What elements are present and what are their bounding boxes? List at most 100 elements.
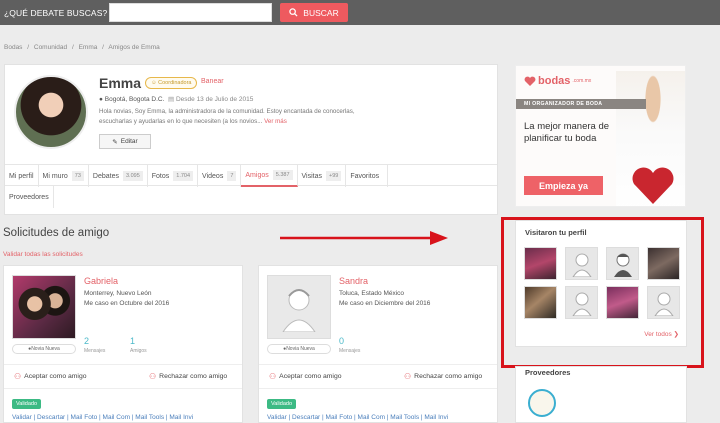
search-button[interactable]: BUSCAR bbox=[280, 3, 348, 22]
tab-videos[interactable]: Videos 7 bbox=[198, 165, 242, 187]
requester-photo bbox=[12, 275, 76, 339]
friends-count: 1 bbox=[130, 336, 136, 346]
tab-count: +99 bbox=[326, 171, 342, 181]
accept-friend-button[interactable]: ⚇ Aceptar como amigo bbox=[14, 372, 87, 381]
messages-count: 2 bbox=[84, 336, 90, 346]
tab-debates[interactable]: Debates 3.095 bbox=[89, 165, 148, 187]
search-question: ¿QUÉ DEBATE BUSCAS? bbox=[4, 8, 108, 18]
highlight-box bbox=[501, 217, 704, 368]
tab-count: 7 bbox=[227, 171, 237, 181]
role-badge-label: Novia Nueva bbox=[31, 346, 60, 352]
friend-request-card: Gabriela Monterrey, Nuevo León Me caso e… bbox=[3, 265, 243, 423]
reject-label: Rechazar como amigo bbox=[159, 373, 228, 380]
tab-favoritos[interactable]: Favoritos bbox=[346, 165, 389, 187]
tab-label: Proveedores bbox=[9, 193, 49, 201]
tab-label: Fotos bbox=[151, 172, 170, 180]
calendar-icon: ▤ bbox=[168, 96, 175, 103]
breadcrumb-separator: / bbox=[102, 44, 104, 51]
tab-fotos[interactable]: Fotos 1.704 bbox=[148, 165, 199, 187]
role-badge: ● Novia Nueva bbox=[267, 344, 331, 354]
default-bride-avatar-icon bbox=[282, 289, 316, 332]
heart-decoration-icon bbox=[632, 167, 674, 204]
vendor-category-icon[interactable] bbox=[528, 389, 556, 417]
role-badge-label: Novia Nueva bbox=[286, 346, 315, 352]
breadcrumb-separator: / bbox=[71, 44, 74, 51]
vendors-widget: Proveedores bbox=[515, 366, 687, 423]
coordinator-badge-label: Coordinadora bbox=[158, 80, 192, 86]
tab-proveedores[interactable]: Proveedores bbox=[5, 186, 54, 208]
tab-amigos[interactable]: Amigos 5.387 bbox=[241, 165, 298, 187]
remove-user-icon: ⚇ bbox=[404, 372, 412, 381]
profile-bio-text: Hola novias, Soy Emma, la administradora… bbox=[99, 108, 355, 125]
profile-name: Emma bbox=[99, 75, 142, 91]
accept-friend-button[interactable]: ⚇ Aceptar como amigo bbox=[269, 372, 342, 381]
breadcrumb-emma[interactable]: Emma bbox=[79, 44, 98, 51]
ad-strip: MI ORGANIZADOR DE BODA bbox=[516, 99, 646, 109]
bodas-logo: bodas .com.mx bbox=[524, 75, 591, 87]
messages-stat: 2 Mensajes bbox=[84, 336, 105, 354]
requester-name[interactable]: Sandra bbox=[339, 276, 368, 286]
tab-count: 3.095 bbox=[123, 171, 143, 181]
breadcrumb-bodas[interactable]: Bodas bbox=[4, 44, 22, 51]
tab-count: 1.704 bbox=[173, 171, 194, 181]
breadcrumb-comunidad[interactable]: Comunidad bbox=[34, 44, 67, 51]
search-input[interactable] bbox=[109, 3, 272, 22]
profile-bio: Hola novias, Soy Emma, la administradora… bbox=[99, 107, 361, 127]
validated-badge: Validado bbox=[267, 399, 296, 409]
reject-friend-button[interactable]: ⚇ Rechazar como amigo bbox=[404, 372, 482, 381]
breadcrumb: Bodas / Comunidad / Emma / Amigos de Emm… bbox=[4, 44, 163, 51]
friends-label: Amigos bbox=[130, 348, 147, 354]
messages-stat: 0 Mensajes bbox=[339, 336, 360, 354]
heart-logo-icon bbox=[524, 76, 536, 86]
requester-location: Monterrey, Nuevo León bbox=[84, 290, 152, 297]
bio-more-link[interactable]: Ver más bbox=[264, 118, 287, 125]
top-search-bar: ¿QUÉ DEBATE BUSCAS? BUSCAR bbox=[0, 0, 720, 25]
friends-stat: 1 Amigos bbox=[130, 336, 147, 354]
tab-label: Mi muro bbox=[42, 172, 68, 180]
breadcrumb-separator: / bbox=[27, 44, 30, 51]
tab-mi-muro[interactable]: Mi muro 73 bbox=[39, 165, 89, 187]
ad-slogan: La mejor manera de planificar tu boda bbox=[524, 121, 610, 144]
tab-label: Mi perfil bbox=[9, 172, 34, 180]
moderation-links[interactable]: Validar | Descartar | Mail Foto | Mail C… bbox=[267, 414, 448, 421]
accept-label: Aceptar como amigo bbox=[24, 373, 87, 380]
edit-profile-button[interactable]: ✎ Editar bbox=[99, 134, 151, 149]
validate-all-link[interactable]: Validar todas las solicitudes bbox=[3, 251, 83, 258]
messages-label: Mensajes bbox=[84, 348, 106, 354]
ban-link[interactable]: Banear bbox=[201, 78, 224, 85]
pencil-icon: ✎ bbox=[112, 138, 118, 146]
tab-count: 73 bbox=[71, 171, 84, 181]
requester-wedding-date: Me caso en Octubre del 2016 bbox=[84, 300, 170, 307]
friend-requests-title: Solicitudes de amigo bbox=[3, 227, 110, 239]
search-icon bbox=[289, 8, 298, 17]
reject-friend-button[interactable]: ⚇ Rechazar como amigo bbox=[149, 372, 227, 381]
tab-label: Visitas bbox=[301, 172, 323, 180]
request-actions: ⚇ Aceptar como amigo ⚇ Rechazar como amigo bbox=[259, 364, 497, 389]
tab-label: Amigos bbox=[245, 171, 269, 179]
request-actions: ⚇ Aceptar como amigo ⚇ Rechazar como amigo bbox=[4, 364, 242, 389]
add-user-icon: ⚇ bbox=[269, 372, 277, 381]
friend-request-card: Sandra Toluca, Estado México Me caso en … bbox=[258, 265, 498, 423]
requester-wedding-date: Me caso en Diciembre del 2016 bbox=[339, 300, 431, 307]
add-user-icon: ⚇ bbox=[14, 372, 22, 381]
validated-badge: Validado bbox=[12, 399, 41, 409]
edit-button-label: Editar bbox=[120, 138, 138, 145]
coordinator-badge: ☺ Coordinadora bbox=[145, 77, 198, 89]
organizer-ad-banner[interactable]: bodas .com.mx MI ORGANIZADOR DE BODA La m… bbox=[515, 65, 686, 207]
profile-card: Emma ☺ Coordinadora Banear ● Bogotá, Bog… bbox=[4, 64, 498, 215]
requester-name[interactable]: Gabriela bbox=[84, 276, 118, 286]
profile-since: Desde 13 de Julio de 2015 bbox=[175, 96, 254, 103]
breadcrumb-current: Amigos de Emma bbox=[108, 44, 160, 51]
start-now-button[interactable]: Empieza ya bbox=[524, 176, 603, 195]
tab-label: Favoritos bbox=[350, 172, 380, 180]
search-button-label: BUSCAR bbox=[303, 7, 339, 18]
brand-suffix: .com.mx bbox=[572, 78, 592, 84]
profile-location-row: ● Bogotá, Bogota D.C. ▤ Desde 13 de Juli… bbox=[99, 95, 253, 103]
tab-visitas[interactable]: Visitas +99 bbox=[298, 165, 347, 187]
tab-mi-perfil[interactable]: Mi perfil bbox=[5, 165, 39, 187]
profile-avatar bbox=[14, 75, 88, 149]
vendors-widget-title: Proveedores bbox=[525, 368, 571, 377]
profile-tabs: Mi perfil Mi muro 73 Debates 3.095 Fotos 1.… bbox=[5, 164, 497, 187]
messages-count: 0 bbox=[339, 336, 345, 346]
moderation-links[interactable]: Validar | Descartar | Mail Foto | Mail C… bbox=[12, 414, 193, 421]
